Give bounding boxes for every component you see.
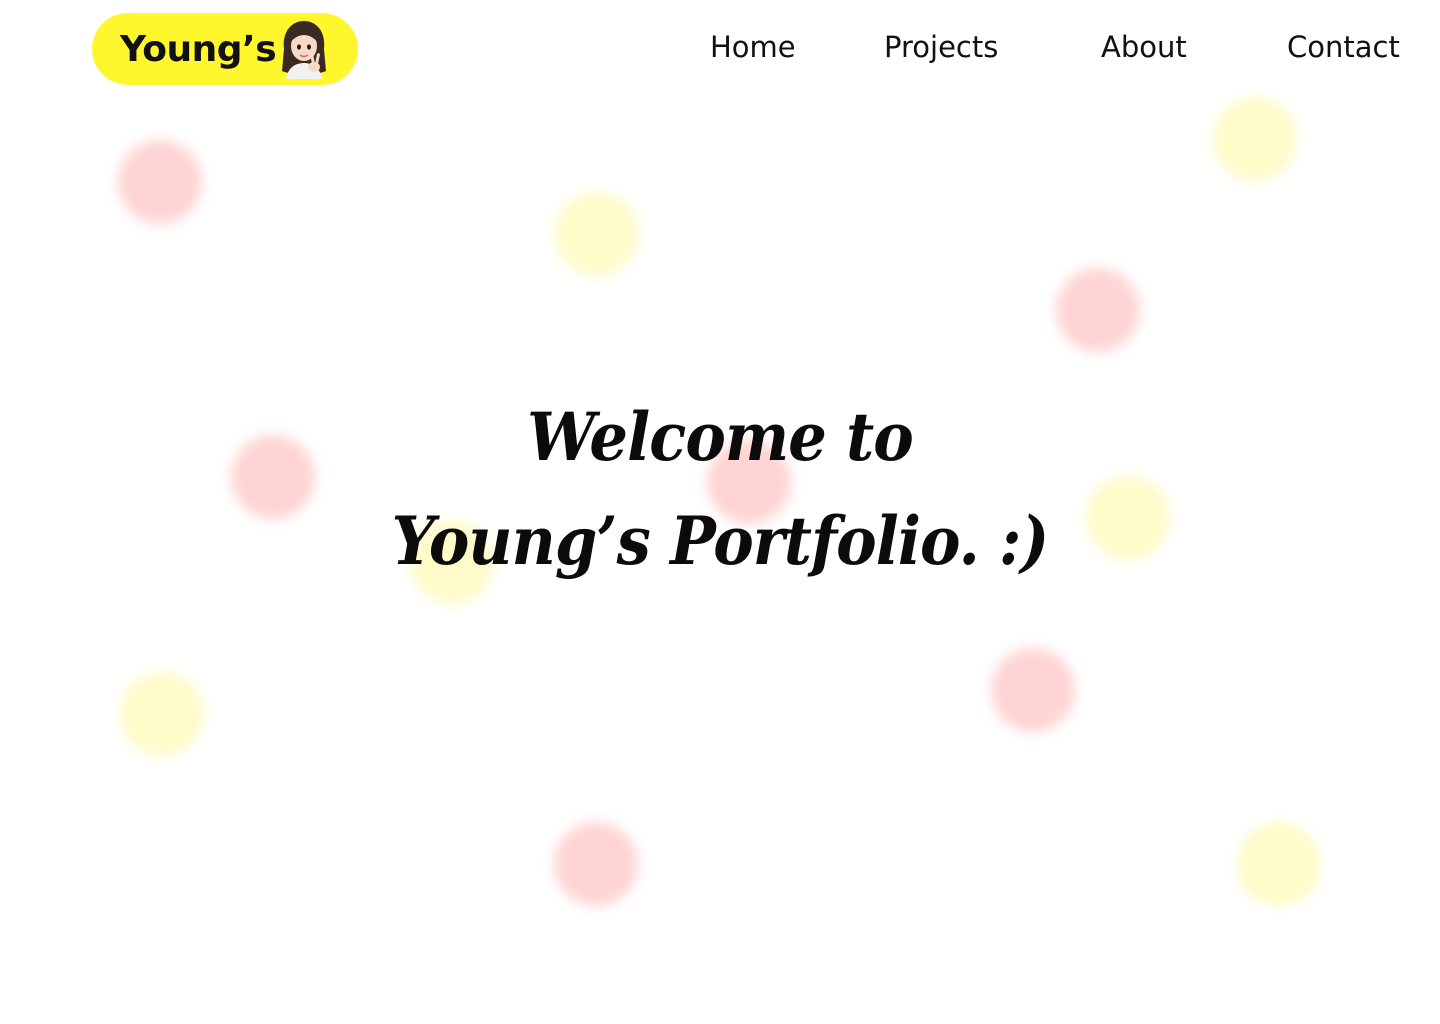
- nav-projects-link[interactable]: Projects: [884, 30, 998, 64]
- decorative-dot: [1213, 97, 1297, 181]
- decorative-dot: [1237, 822, 1321, 906]
- hero-heading-line-1: Welcome to: [527, 398, 914, 476]
- portfolio-landing-page: Young’s Home Projects About Contact Welc…: [0, 0, 1440, 1024]
- decorative-dot: [120, 672, 204, 756]
- decorative-dot: [554, 822, 638, 906]
- decorative-dot: [118, 140, 202, 224]
- nav-contact-link[interactable]: Contact: [1287, 30, 1400, 64]
- logo-text: Young’s: [120, 28, 277, 70]
- girl-memoji-peace-sign-icon: [282, 21, 326, 79]
- decorative-dot: [555, 192, 639, 276]
- logo-home-link[interactable]: Young’s: [92, 13, 358, 85]
- hero-heading-line-2: Young’s Portfolio. :): [391, 502, 1050, 580]
- decorative-dot: [1056, 268, 1140, 352]
- hero-section: Welcome to Young’s Portfolio. :): [0, 385, 1440, 593]
- decorative-dot: [991, 648, 1075, 732]
- nav-about-link[interactable]: About: [1101, 30, 1187, 64]
- nav-home-link[interactable]: Home: [710, 30, 796, 64]
